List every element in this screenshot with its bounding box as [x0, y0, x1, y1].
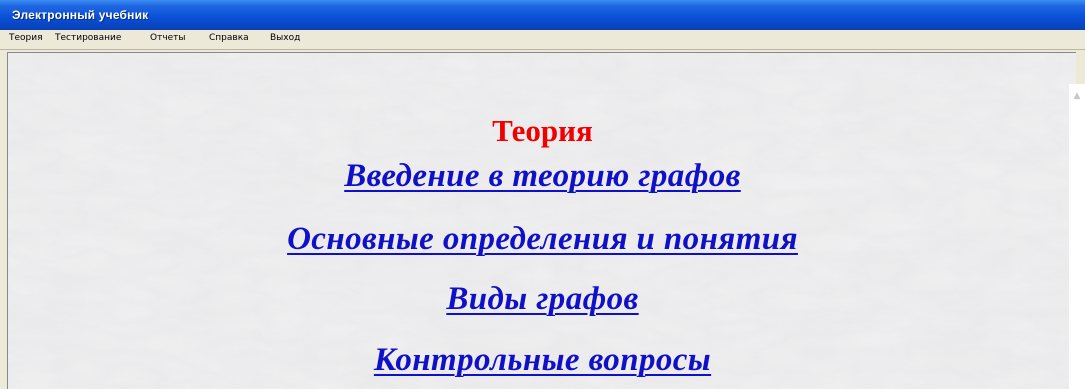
- page-heading: Теория: [492, 113, 593, 148]
- link-intro-graph-theory[interactable]: Введение в теорию графов: [8, 158, 1076, 195]
- scroll-up-arrow-icon[interactable]: ▲: [1071, 90, 1083, 102]
- title-bar[interactable]: Электронный учебник: [0, 0, 1085, 30]
- content-area: Теория Введение в теорию графов Основные…: [7, 52, 1076, 389]
- menu-item-exit[interactable]: Выход: [270, 33, 300, 43]
- menu-item-testing[interactable]: Тестирование: [55, 33, 121, 43]
- vertical-scrollbar[interactable]: [1069, 84, 1085, 389]
- link-control-questions[interactable]: Контрольные вопросы: [8, 342, 1076, 379]
- menu-item-reports[interactable]: Отчеты: [150, 33, 186, 43]
- link-basic-definitions[interactable]: Основные определения и понятия: [8, 221, 1076, 258]
- menu-bar: Теория Тестирование Отчеты Справка Выход: [0, 30, 1085, 50]
- window-title: Электронный учебник: [12, 8, 149, 22]
- menu-item-help[interactable]: Справка: [209, 33, 249, 43]
- app-window: Электронный учебник Теория Тестирование …: [0, 0, 1085, 389]
- link-graph-types[interactable]: Виды графов: [8, 281, 1076, 318]
- menu-item-theory[interactable]: Теория: [9, 33, 43, 43]
